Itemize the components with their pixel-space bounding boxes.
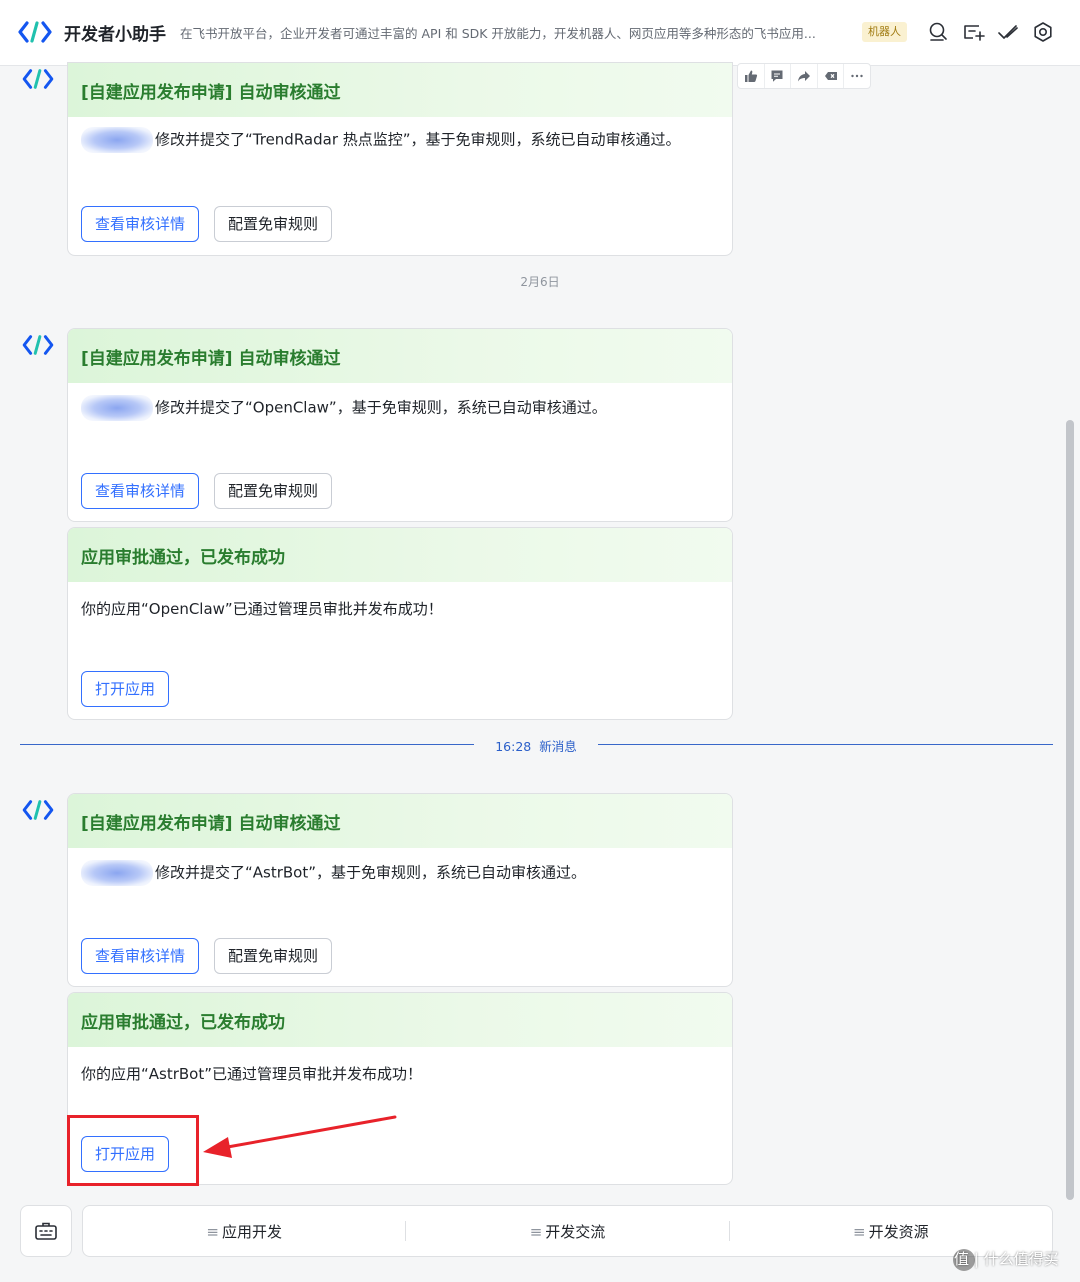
chat-header: 开发者小助手 在飞书开放平台，企业开发者可通过丰富的 API 和 SDK 开放能… <box>0 0 1080 66</box>
card-title: 应用审批通过，已发布成功 <box>81 1012 285 1033</box>
more-icon[interactable] <box>844 64 870 88</box>
menu-item-dev-resources[interactable]: ≡ 开发资源 <box>730 1221 1052 1242</box>
message-action-toolbar <box>737 63 871 89</box>
auto-review-card: [自建应用发布申请] 自动审核通过 修改并提交了“AstrBot”，基于免审规则… <box>67 793 733 987</box>
forward-icon[interactable] <box>791 64 818 88</box>
chat-description: 在飞书开放平台，企业开发者可通过丰富的 API 和 SDK 开放能力，开发机器人… <box>180 26 816 41</box>
card-header: [自建应用发布申请] 自动审核通过 <box>68 794 732 848</box>
add-chat-icon[interactable] <box>959 18 987 46</box>
card-title: [自建应用发布申请] 自动审核通过 <box>81 82 341 103</box>
bot-badge: 机器人 <box>862 22 907 42</box>
blurred-username <box>81 395 153 421</box>
configure-exemption-rules-button[interactable]: 配置免审规则 <box>214 473 333 509</box>
scrollbar-thumb[interactable] <box>1066 420 1074 1200</box>
card-text: 修改并提交了“AstrBot”，基于免审规则，系统已自动审核通过。 <box>155 863 587 882</box>
configure-exemption-rules-button[interactable]: 配置免审规则 <box>214 206 333 242</box>
card-header: [自建应用发布申请] 自动审核通过 <box>68 329 732 383</box>
blurred-username <box>81 127 153 153</box>
bot-avatar-icon[interactable] <box>22 798 54 822</box>
auto-review-card: [自建应用发布申请] 自动审核通过 修改并提交了“OpenClaw”，基于免审规… <box>67 328 733 522</box>
card-title: 应用审批通过，已发布成功 <box>81 547 285 568</box>
card-text: 你的应用“AstrBot”已通过管理员审批并发布成功！ <box>81 1065 423 1083</box>
open-app-button[interactable]: 打开应用 <box>81 671 170 707</box>
menu-lines-icon: ≡ <box>529 1222 543 1241</box>
card-text: 修改并提交了“TrendRadar 热点监控”，基于免审规则，系统已自动审核通过… <box>155 130 681 149</box>
watermark-text: 值 | 什么值得买 <box>954 1250 1059 1268</box>
card-header: 应用审批通过，已发布成功 <box>68 528 732 582</box>
thumbs-up-icon[interactable] <box>738 64 765 88</box>
bot-avatar-icon[interactable] <box>22 67 54 91</box>
auto-review-card: [自建应用发布申请] 自动审核通过 修改并提交了“TrendRadar 热点监控… <box>67 62 733 256</box>
card-text: 修改并提交了“OpenClaw”，基于免审规则，系统已自动审核通过。 <box>155 398 607 417</box>
settings-gear-icon[interactable] <box>1029 18 1057 46</box>
card-header: [自建应用发布申请] 自动审核通过 <box>68 63 732 117</box>
card-title: [自建应用发布申请] 自动审核通过 <box>81 813 341 834</box>
chat-title[interactable]: 开发者小助手 <box>64 20 166 45</box>
bot-menu-bar: ≡ 应用开发 ≡ 开发交流 ≡ 开发资源 <box>82 1205 1053 1257</box>
search-icon[interactable] <box>924 18 952 46</box>
new-message-text: 新消息 <box>539 739 577 754</box>
view-review-details-button[interactable]: 查看审核详情 <box>81 206 200 242</box>
delete-icon[interactable] <box>818 64 845 88</box>
menu-item-dev-community[interactable]: ≡ 开发交流 <box>406 1221 728 1242</box>
keyboard-toggle-button[interactable] <box>20 1205 72 1257</box>
blurred-username <box>81 860 153 886</box>
bot-avatar-icon[interactable] <box>22 333 54 357</box>
card-text: 你的应用“OpenClaw”已通过管理员审批并发布成功！ <box>81 600 443 618</box>
new-message-time: 16:28 <box>495 739 532 754</box>
date-separator: 2月6日 <box>520 275 560 289</box>
view-review-details-button[interactable]: 查看审核详情 <box>81 473 200 509</box>
publish-success-card: 应用审批通过，已发布成功 你的应用“OpenClaw”已通过管理员审批并发布成功… <box>67 527 733 720</box>
keyboard-icon <box>35 1222 57 1240</box>
menu-item-app-development[interactable]: ≡ 应用开发 <box>83 1221 405 1242</box>
card-header: 应用审批通过，已发布成功 <box>68 993 732 1047</box>
card-title: [自建应用发布申请] 自动审核通过 <box>81 348 341 369</box>
developer-assistant-logo-icon <box>18 21 52 43</box>
highlight-annotation-box <box>67 1115 199 1186</box>
view-review-details-button[interactable]: 查看审核详情 <box>81 938 200 974</box>
menu-lines-icon: ≡ <box>853 1222 866 1241</box>
new-message-label: 16:28 新消息 <box>474 736 598 754</box>
done-check-icon[interactable] <box>994 18 1022 46</box>
menu-lines-icon: ≡ <box>206 1222 219 1241</box>
configure-exemption-rules-button[interactable]: 配置免审规则 <box>214 938 333 974</box>
comment-icon[interactable] <box>765 64 792 88</box>
